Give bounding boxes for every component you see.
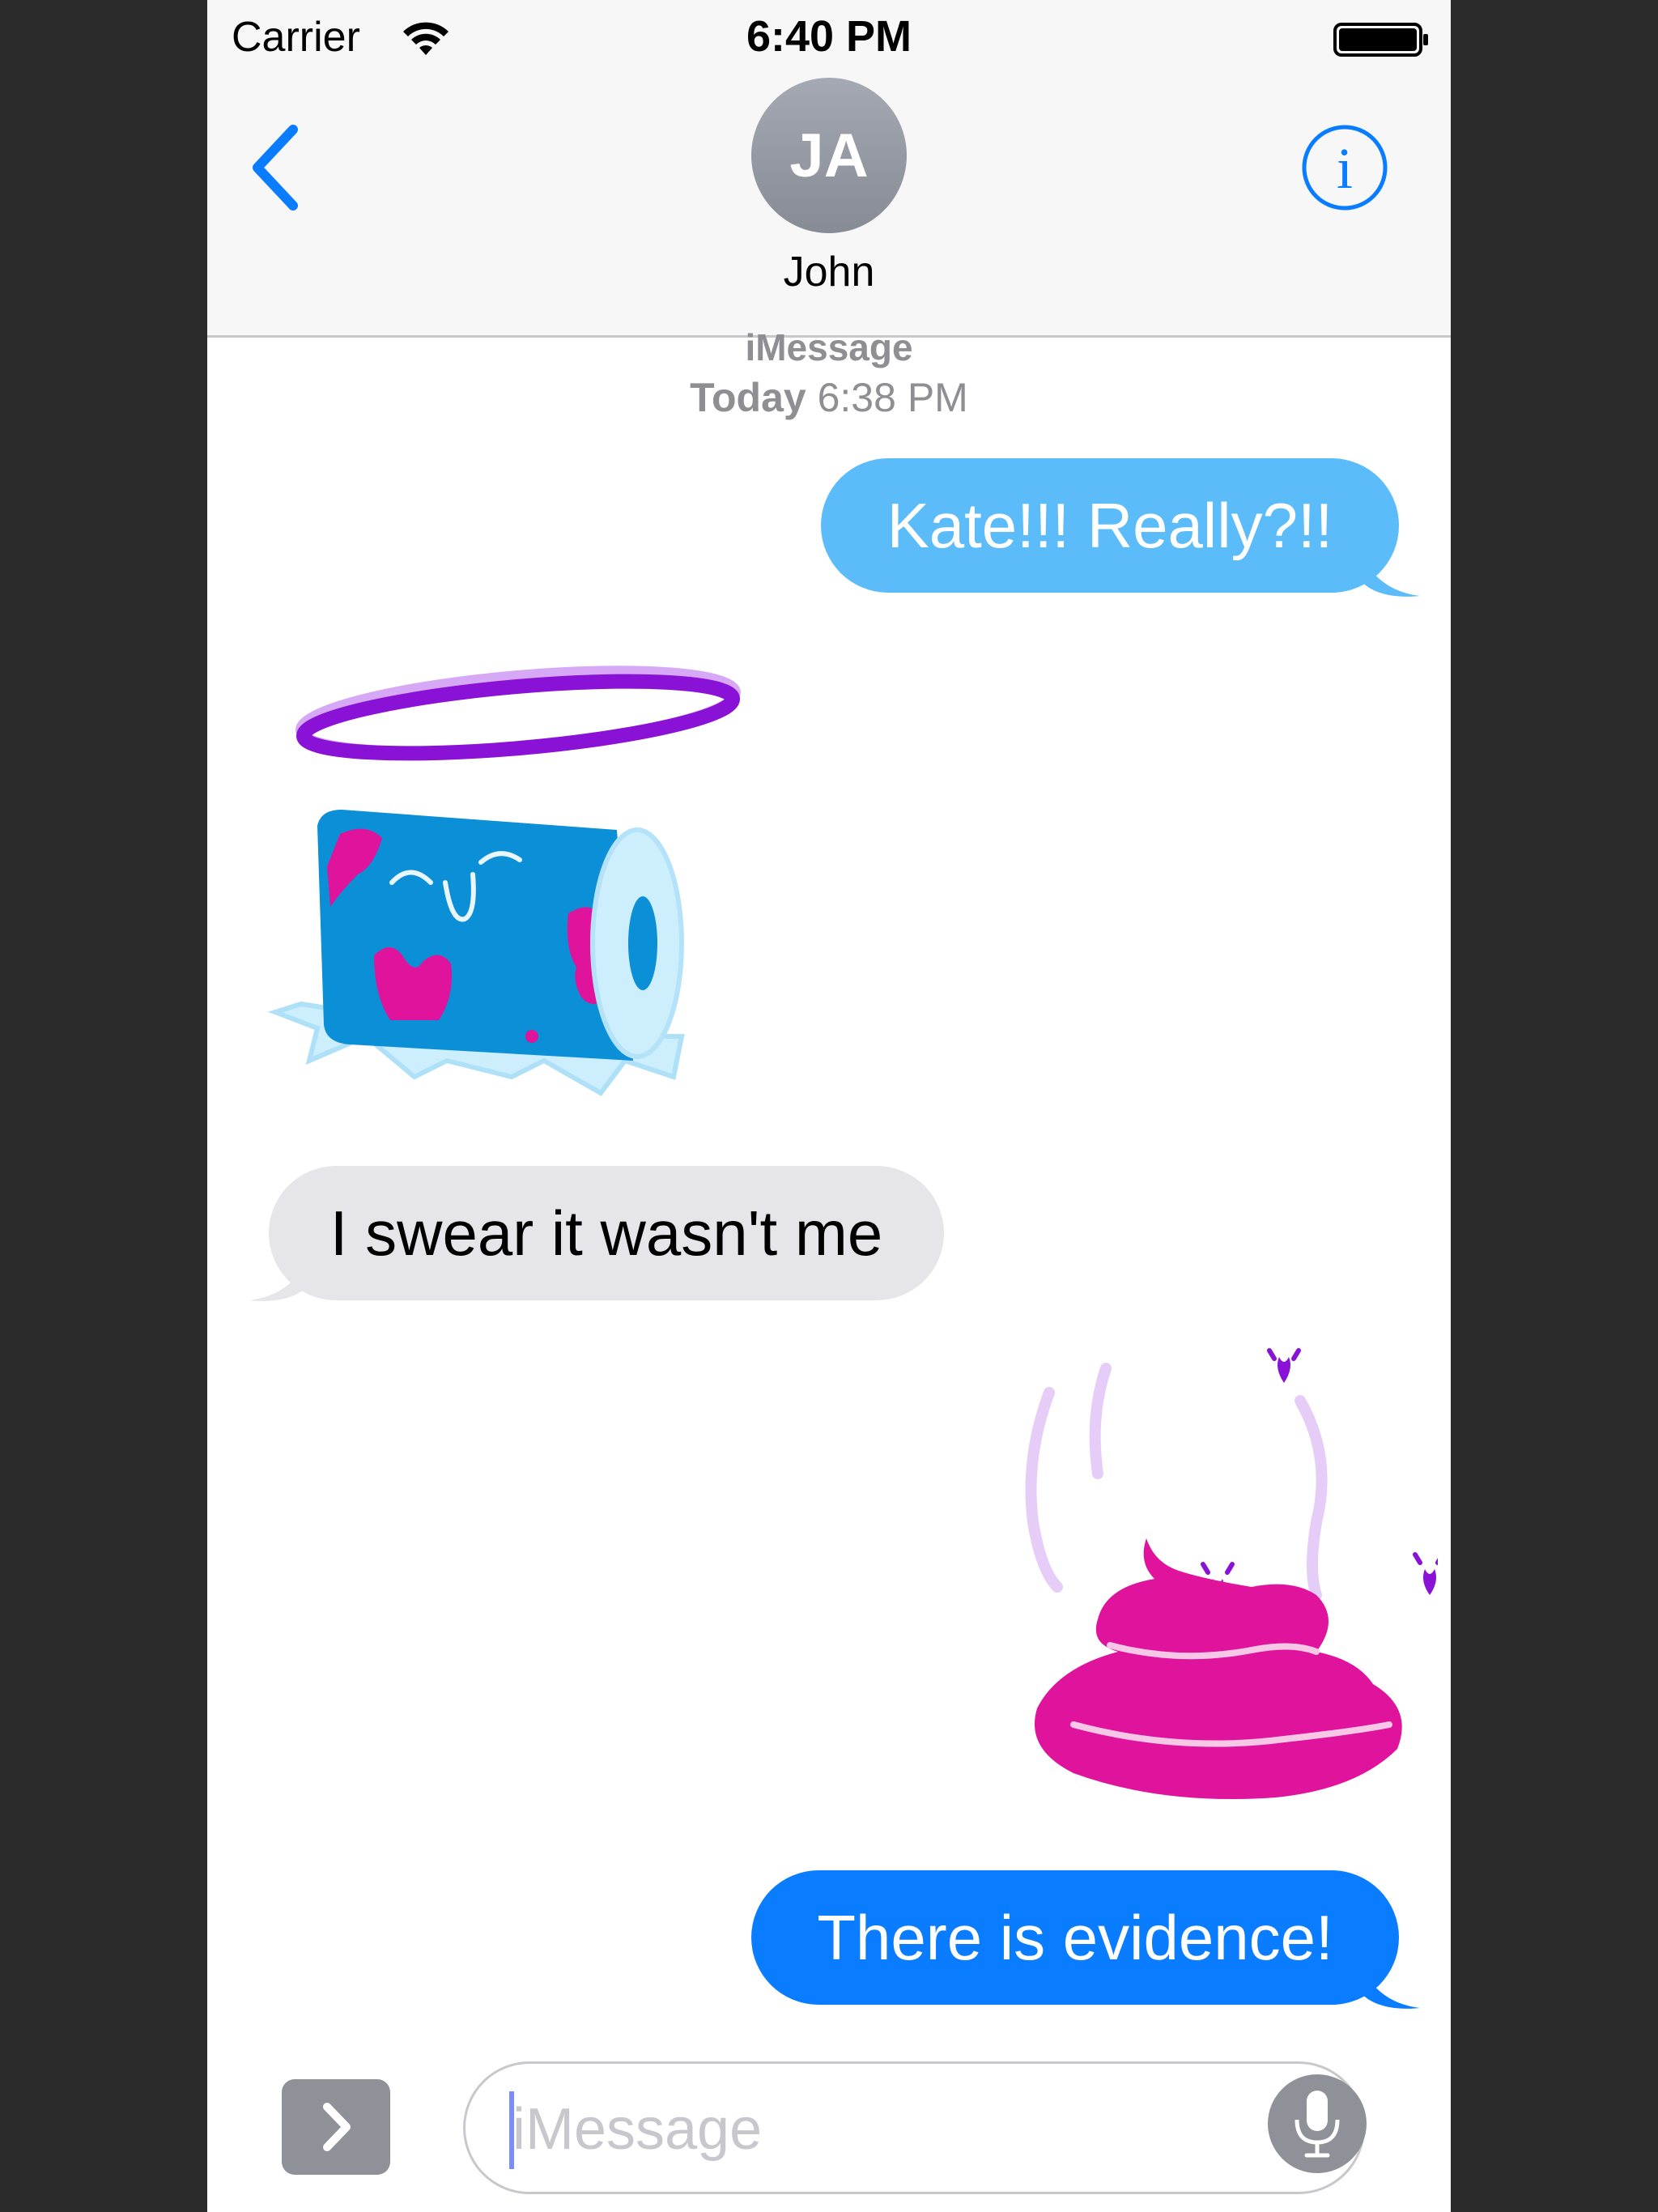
message-text: I swear it wasn't me <box>329 1197 883 1269</box>
message-input-placeholder: iMessage <box>512 2097 763 2162</box>
battery-icon <box>1333 23 1428 57</box>
info-circle-icon[interactable]: i <box>1300 123 1389 212</box>
expand-apps-button[interactable] <box>282 2079 390 2175</box>
timestamp-time: 6:38 PM <box>817 375 968 420</box>
status-time: 6:40 PM <box>746 12 912 61</box>
chevron-right-icon <box>323 2103 351 2151</box>
dictation-button[interactable] <box>1268 2074 1367 2173</box>
outgoing-message-bubble[interactable]: Kate!!! Really?!! <box>821 458 1399 593</box>
contact-name[interactable]: John <box>207 248 1451 296</box>
status-bar: Carrier 6:40 PM <box>207 0 1451 78</box>
messages-screen: Carrier 6:40 PM JA John i iMessage Today… <box>207 0 1451 2212</box>
message-text: Kate!!! Really?!! <box>886 489 1333 561</box>
timestamp-day: Today <box>690 375 806 420</box>
microphone-icon <box>1295 2091 1340 2158</box>
svg-text:i: i <box>1337 136 1353 201</box>
conversation-header: JA John i <box>207 78 1451 338</box>
incoming-message-bubble[interactable]: I swear it wasn't me <box>269 1166 944 1300</box>
avatar[interactable]: JA <box>751 78 907 233</box>
message-timestamp: Today 6:38 PM <box>207 374 1451 421</box>
message-input[interactable]: iMessage <box>463 2061 1365 2194</box>
poop-with-flies-sticker[interactable] <box>936 1344 1438 1830</box>
toilet-paper-halo-sticker[interactable] <box>253 656 771 1158</box>
service-label: iMessage <box>745 326 913 368</box>
outgoing-message-bubble[interactable]: There is evidence! <box>751 1870 1399 2005</box>
message-text: There is evidence! <box>817 1901 1333 1973</box>
chevron-left-icon[interactable] <box>246 123 303 212</box>
